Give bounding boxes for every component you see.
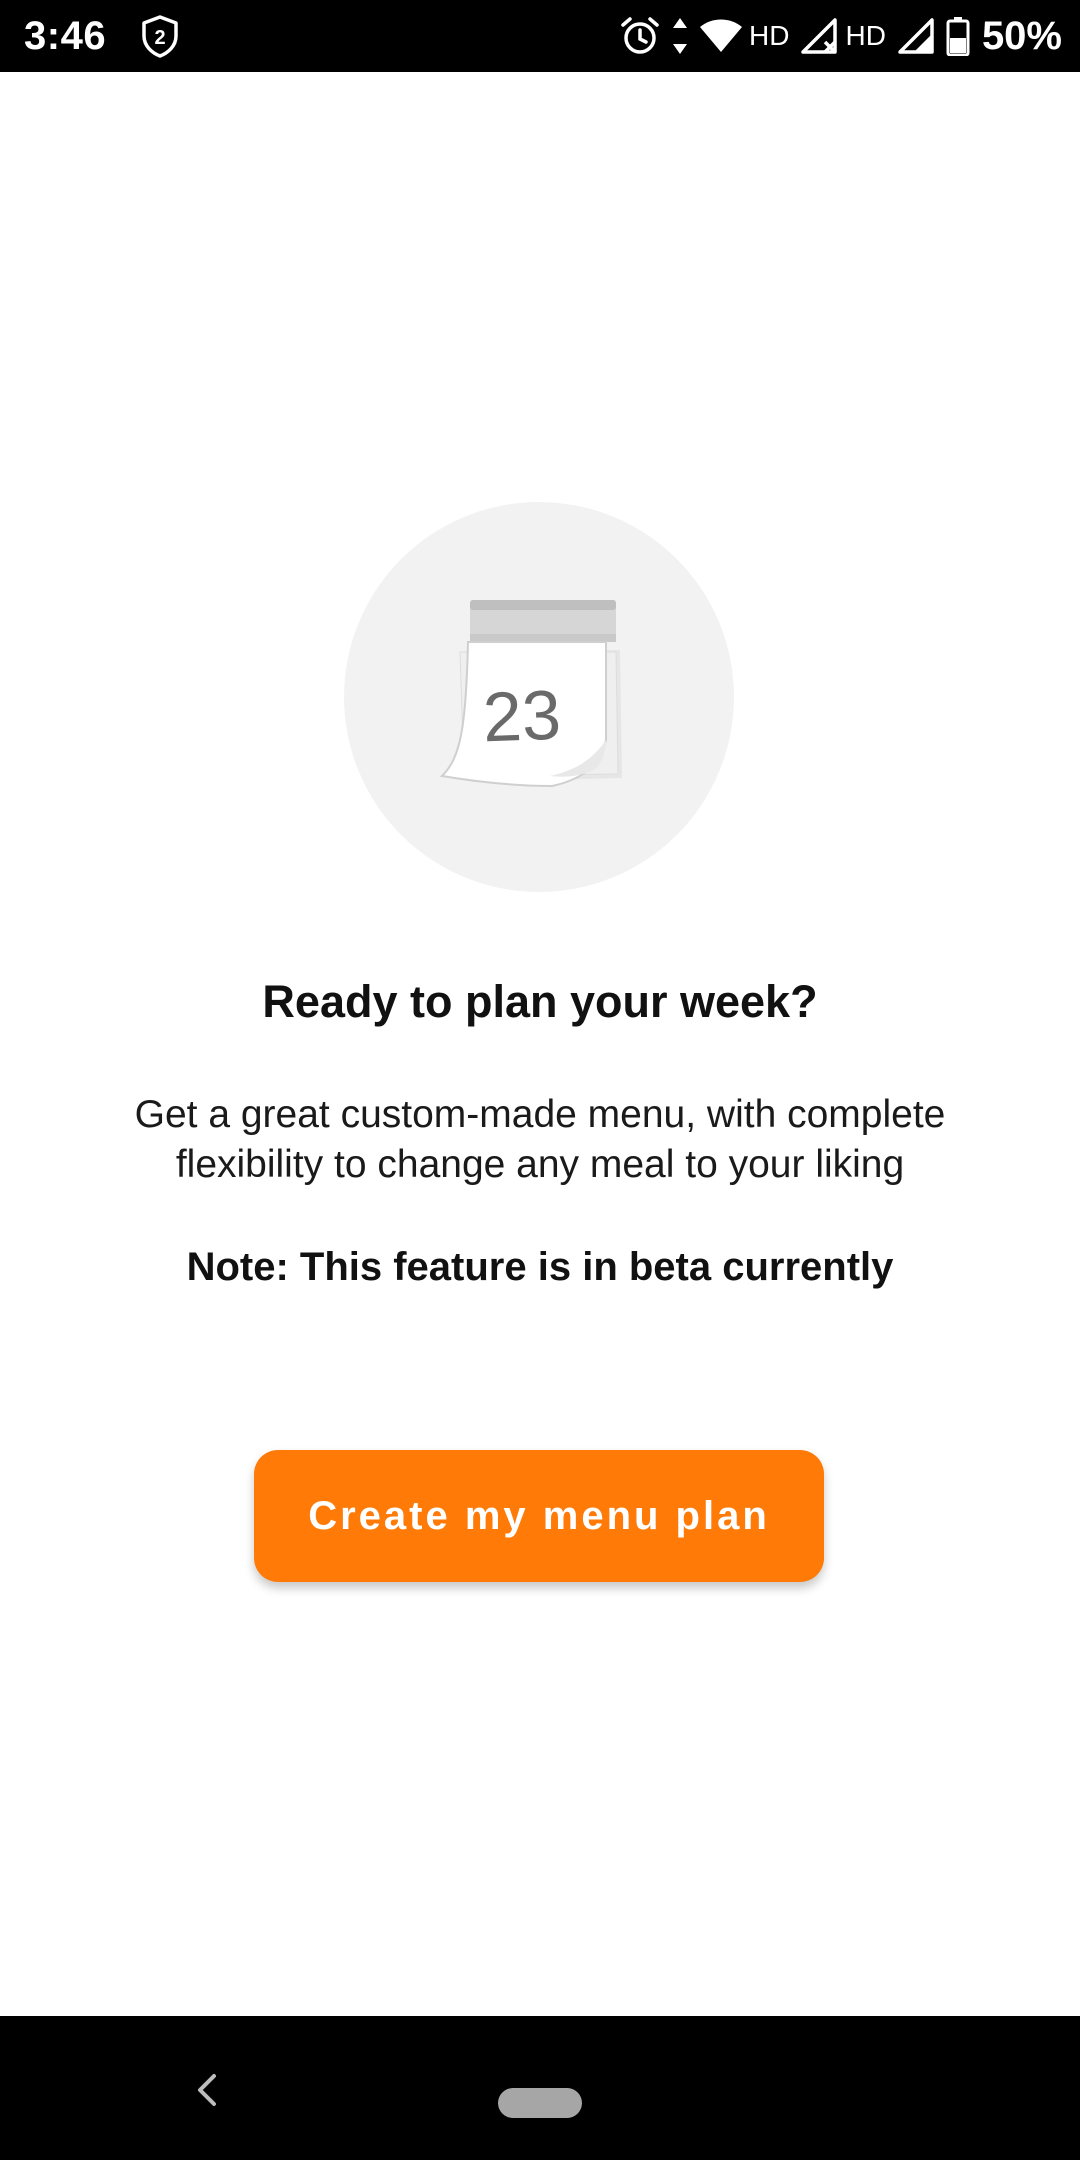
shield-badge-number: 2 bbox=[154, 27, 165, 49]
beta-note: Note: This feature is in beta currently bbox=[186, 1245, 894, 1289]
status-icons: HD HD 50% bbox=[619, 10, 1062, 62]
calendar-icon: 23 bbox=[439, 600, 622, 788]
network-label-1: HD bbox=[749, 20, 790, 51]
alarm-icon bbox=[621, 17, 659, 54]
navigation-bar bbox=[0, 2016, 1080, 2160]
battery-percentage: 50% bbox=[981, 14, 1062, 58]
signal-icon bbox=[898, 18, 934, 54]
description: Get a great custom-made menu, with compl… bbox=[134, 1093, 946, 1186]
shield-badge-icon: 2 bbox=[142, 15, 178, 58]
create-menu-plan-button[interactable]: Create my menu plan bbox=[254, 1450, 824, 1582]
back-icon[interactable] bbox=[190, 2070, 224, 2110]
wifi-icon bbox=[700, 19, 743, 52]
status-bar: 3:46 2 HD HD 50% bbox=[0, 0, 1080, 72]
headline: Ready to plan your week? bbox=[262, 976, 818, 1027]
status-time: 3:46 bbox=[24, 14, 107, 58]
network-label-2: HD bbox=[845, 20, 886, 51]
home-pill-icon[interactable] bbox=[498, 2088, 582, 2118]
battery-icon bbox=[946, 17, 970, 56]
signal-x-icon bbox=[801, 18, 838, 54]
data-arrows-icon bbox=[673, 18, 688, 54]
calendar-day-number: 23 bbox=[482, 676, 563, 757]
